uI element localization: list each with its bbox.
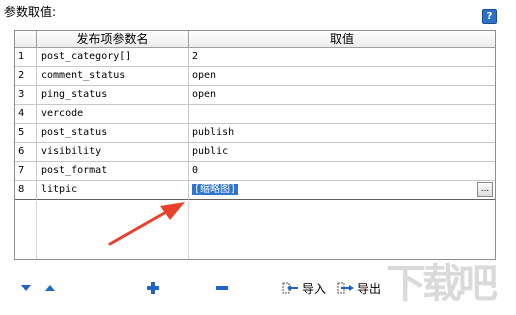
import-icon[interactable]	[282, 281, 300, 295]
arrow-up-icon[interactable]	[44, 281, 56, 295]
watermark: 下载吧	[386, 261, 498, 307]
export-button[interactable]: 导出	[357, 280, 381, 297]
minus-icon[interactable]	[215, 281, 229, 295]
plus-icon[interactable]	[146, 281, 160, 295]
export-icon[interactable]	[337, 281, 355, 295]
arrow-down-icon[interactable]	[20, 281, 32, 295]
import-button[interactable]: 导入	[302, 280, 326, 297]
